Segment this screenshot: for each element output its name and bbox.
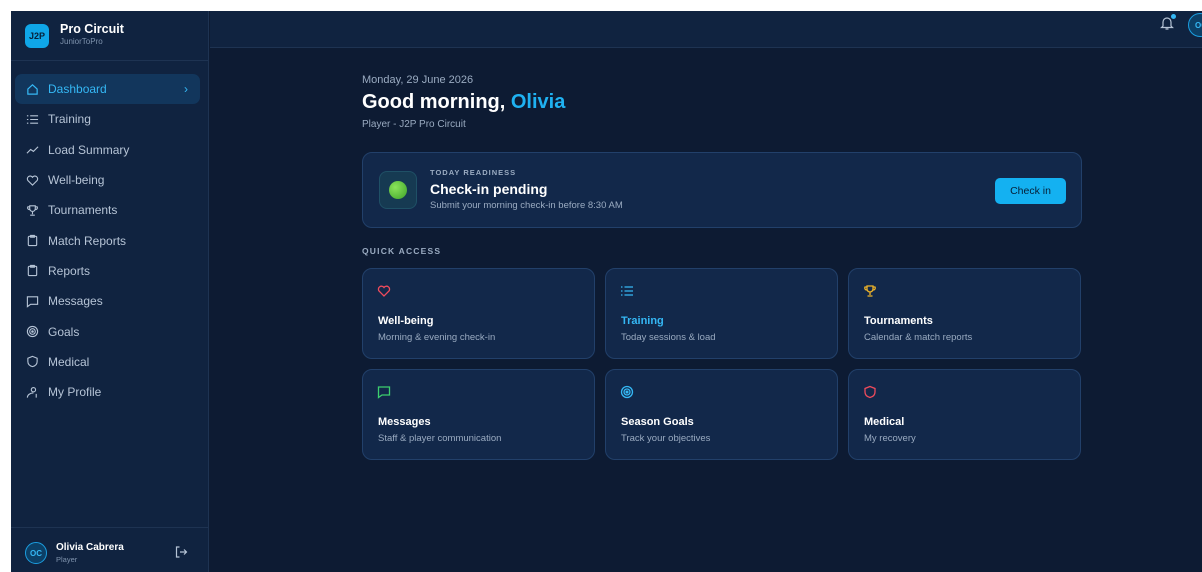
- heart-icon: [25, 173, 39, 187]
- brand-logo: J2P: [25, 24, 49, 48]
- sidebar: J2P Pro Circuit JuniorToPro Dashboard › …: [11, 11, 209, 572]
- card-subtitle: Track your objectives: [621, 433, 711, 444]
- trophy-icon: [25, 203, 39, 217]
- quick-card-season-goals[interactable]: Season Goals Track your objectives: [605, 369, 838, 460]
- logout-icon[interactable]: [174, 545, 188, 559]
- app-window: J2P Pro Circuit JuniorToPro Dashboard › …: [11, 11, 1202, 572]
- chevron-right-icon: ›: [184, 82, 188, 96]
- message-icon: [25, 294, 39, 308]
- sidebar-item-dashboard[interactable]: Dashboard ›: [15, 74, 200, 105]
- quick-card-messages[interactable]: Messages Staff & player communication: [362, 369, 595, 460]
- card-title: Season Goals: [621, 416, 694, 428]
- sidebar-item-medical[interactable]: Medical: [15, 347, 200, 377]
- topbar: OC: [210, 11, 1202, 48]
- trend-icon: [25, 143, 39, 157]
- card-subtitle: Calendar & match reports: [864, 332, 973, 343]
- check-in-button[interactable]: Check in: [995, 178, 1066, 204]
- sidebar-item-label: Well-being: [48, 173, 105, 188]
- target-icon: [25, 325, 39, 339]
- card-subtitle: Morning & evening check-in: [378, 332, 496, 343]
- sidebar-item-match-reports[interactable]: Match Reports: [15, 225, 200, 255]
- shield-icon: [25, 355, 39, 369]
- greeting-name: Olivia: [510, 91, 566, 113]
- sidebar-item-goals[interactable]: Goals: [15, 316, 200, 346]
- card-title: Training: [621, 315, 664, 327]
- sidebar-item-load-summary[interactable]: Load Summary: [15, 135, 200, 165]
- sidebar-item-my-profile[interactable]: My Profile: [15, 377, 200, 407]
- top-avatar[interactable]: OC: [1188, 13, 1202, 37]
- card-subtitle: Today sessions & load: [621, 332, 716, 343]
- target-icon: [620, 385, 634, 399]
- sidebar-item-label: Match Reports: [48, 233, 127, 248]
- readiness-kicker: TODAY READINESS: [430, 168, 517, 177]
- status-dot: [389, 181, 407, 199]
- card-subtitle: My recovery: [864, 433, 916, 444]
- card-title: Medical: [864, 416, 905, 428]
- greeting-prefix: Good morning,: [362, 91, 511, 113]
- sidebar-item-well-being[interactable]: Well-being: [15, 165, 200, 195]
- notification-dot: [1171, 14, 1176, 19]
- trophy-icon: [863, 284, 877, 298]
- readiness-card: TODAY READINESS Check-in pending Submit …: [362, 152, 1082, 228]
- sidebar-item-label: Tournaments: [48, 203, 118, 218]
- card-title: Tournaments: [864, 315, 933, 327]
- sidebar-item-label: Training: [48, 112, 91, 127]
- status-indicator-icon: [379, 171, 417, 209]
- readiness-subtitle: Submit your morning check-in before 8:30…: [430, 200, 623, 211]
- heart-icon: [377, 284, 391, 298]
- sidebar-item-messages[interactable]: Messages: [15, 286, 200, 316]
- sidebar-item-label: Goals: [48, 324, 80, 339]
- card-title: Well-being: [378, 315, 434, 327]
- page-title: Good morning, Olivia: [362, 91, 565, 114]
- home-icon: [25, 82, 39, 96]
- clipboard-icon: [25, 264, 39, 278]
- quick-access-label: QUICK ACCESS: [362, 246, 442, 256]
- brand-name: Pro Circuit: [60, 22, 124, 36]
- role-line: Player - J2P Pro Circuit: [362, 119, 466, 130]
- list-icon: [25, 112, 39, 126]
- card-title: Messages: [378, 416, 431, 428]
- clipboard-icon: [25, 234, 39, 248]
- message-icon: [377, 385, 391, 399]
- shield-icon: [863, 385, 877, 399]
- user-role: Player: [56, 555, 78, 564]
- quick-card-well-being[interactable]: Well-being Morning & evening check-in: [362, 268, 595, 359]
- user-icon: [25, 385, 39, 399]
- card-subtitle: Staff & player communication: [378, 433, 502, 444]
- current-date: Monday, 29 June 2026: [362, 74, 474, 86]
- sidebar-item-label: Reports: [48, 263, 91, 278]
- brand[interactable]: J2P Pro Circuit JuniorToPro: [11, 11, 209, 61]
- readiness-title: Check-in pending: [430, 181, 548, 197]
- sidebar-item-label: My Profile: [48, 385, 102, 400]
- quick-card-tournaments[interactable]: Tournaments Calendar & match reports: [848, 268, 1081, 359]
- sidebar-item-reports[interactable]: Reports: [15, 256, 200, 286]
- list-icon: [620, 284, 634, 298]
- sidebar-item-tournaments[interactable]: Tournaments: [15, 195, 200, 225]
- brand-subtitle: JuniorToPro: [60, 37, 103, 46]
- sidebar-item-label: Medical: [48, 354, 90, 369]
- avatar[interactable]: OC: [25, 542, 47, 564]
- quick-card-medical[interactable]: Medical My recovery: [848, 369, 1081, 460]
- quick-card-training[interactable]: Training Today sessions & load: [605, 268, 838, 359]
- sidebar-item-training[interactable]: Training: [15, 104, 200, 134]
- sidebar-item-label: Messages: [48, 294, 103, 309]
- user-box: OC Olivia Cabrera Player: [11, 527, 209, 572]
- sidebar-item-label: Dashboard: [48, 82, 107, 97]
- sidebar-nav: Dashboard › Training Load Summary Well-b…: [15, 74, 200, 407]
- sidebar-item-label: Load Summary: [48, 142, 130, 157]
- user-name: Olivia Cabrera: [56, 542, 124, 553]
